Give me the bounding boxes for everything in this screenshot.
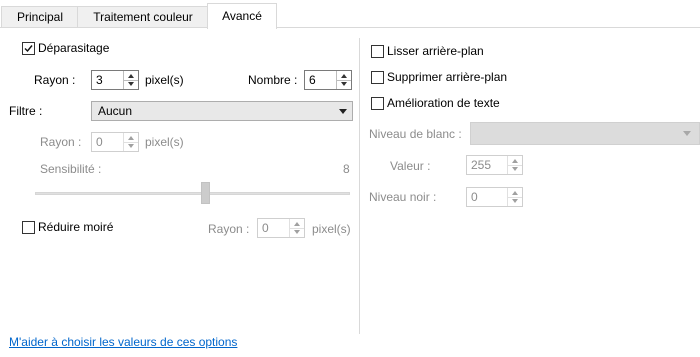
nombre-label: Nombre : — [248, 73, 298, 87]
arrow-down-icon — [128, 82, 134, 86]
supprimer-checkbox[interactable] — [371, 71, 384, 84]
tab-label: Principal — [16, 10, 64, 24]
rayon-value: 3 — [96, 73, 103, 87]
valeur-label: Valeur : — [390, 159, 431, 173]
reduire-moire-checkbox[interactable] — [22, 221, 35, 234]
arrow-up-icon — [512, 191, 518, 195]
tab-bar: Principal Traitement couleur Avancé — [0, 0, 700, 29]
niveau-noir-stepper[interactable]: 0 — [466, 187, 523, 207]
arrow-up-icon — [128, 74, 134, 78]
rayon-unit: pixel(s) — [145, 73, 184, 87]
sensibilite-label: Sensibilité : — [40, 162, 102, 176]
lisser-label: Lisser arrière-plan — [387, 44, 484, 58]
filtre-value: Aucun — [98, 104, 133, 118]
arrow-up-icon — [294, 222, 300, 226]
tab-label: Traitement couleur — [93, 10, 193, 24]
lisser-checkbox[interactable] — [371, 45, 384, 58]
nombre-value: 6 — [309, 73, 316, 87]
niveau-blanc-label: Niveau de blanc : — [369, 127, 462, 141]
arrow-down-icon — [512, 167, 518, 171]
nombre-decrement-button[interactable] — [337, 80, 351, 89]
rayon2-stepper[interactable]: 0 — [91, 132, 139, 152]
sensibilite-slider-track[interactable] — [35, 192, 350, 195]
rayon2-decrement-button[interactable] — [124, 142, 138, 151]
arrow-down-icon — [341, 82, 347, 86]
arrow-down-icon — [512, 199, 518, 203]
nombre-stepper[interactable]: 6 — [304, 70, 352, 90]
rayon2-value: 0 — [96, 135, 103, 149]
tab-avance[interactable]: Avancé — [207, 3, 277, 29]
tab-underline — [0, 27, 700, 28]
niveau-noir-value: 0 — [471, 190, 478, 204]
arrow-down-icon — [294, 230, 300, 234]
arrow-down-icon — [128, 144, 134, 148]
amelioration-label: Amélioration de texte — [387, 96, 500, 110]
column-divider — [359, 38, 360, 334]
rayon-label: Rayon : — [34, 73, 76, 87]
arrow-up-icon — [128, 136, 134, 140]
rayon3-value: 0 — [262, 221, 269, 235]
tab-traitement-couleur[interactable]: Traitement couleur — [77, 6, 209, 28]
rayon3-decrement-button[interactable] — [290, 228, 304, 237]
amelioration-checkbox[interactable] — [371, 97, 384, 110]
chevron-down-icon — [339, 109, 347, 114]
rayon3-label: Rayon : — [208, 222, 250, 236]
check-icon — [24, 45, 33, 53]
sensibilite-slider-thumb[interactable] — [201, 182, 210, 204]
arrow-up-icon — [341, 74, 347, 78]
rayon-decrement-button[interactable] — [124, 80, 138, 89]
arrow-up-icon — [512, 159, 518, 163]
reduire-moire-label: Réduire moiré — [38, 220, 114, 234]
valeur-decrement-button[interactable] — [508, 165, 522, 174]
deparasitage-label: Déparasitage — [38, 41, 110, 55]
niveau-blanc-dropdown[interactable] — [470, 122, 700, 145]
rayon2-label: Rayon : — [40, 135, 82, 149]
filtre-label: Filtre : — [9, 104, 43, 118]
valeur-stepper[interactable]: 255 — [466, 155, 523, 175]
chevron-down-icon — [683, 131, 691, 136]
niveau-noir-decrement-button[interactable] — [508, 197, 522, 206]
tab-label: Avancé — [222, 9, 262, 23]
rayon3-stepper[interactable]: 0 — [257, 218, 305, 238]
filtre-dropdown[interactable]: Aucun — [91, 101, 353, 121]
deparasitage-checkbox[interactable] — [22, 42, 35, 55]
sensibilite-value: 8 — [343, 162, 350, 176]
niveau-noir-label: Niveau noir : — [369, 190, 437, 204]
rayon2-unit: pixel(s) — [145, 135, 184, 149]
rayon-stepper[interactable]: 3 — [91, 70, 139, 90]
supprimer-label: Supprimer arrière-plan — [387, 70, 508, 84]
help-link[interactable]: M'aider à choisir les valeurs de ces opt… — [9, 334, 237, 350]
rayon3-unit: pixel(s) — [312, 222, 351, 236]
valeur-value: 255 — [471, 158, 492, 172]
tab-principal[interactable]: Principal — [1, 6, 79, 28]
